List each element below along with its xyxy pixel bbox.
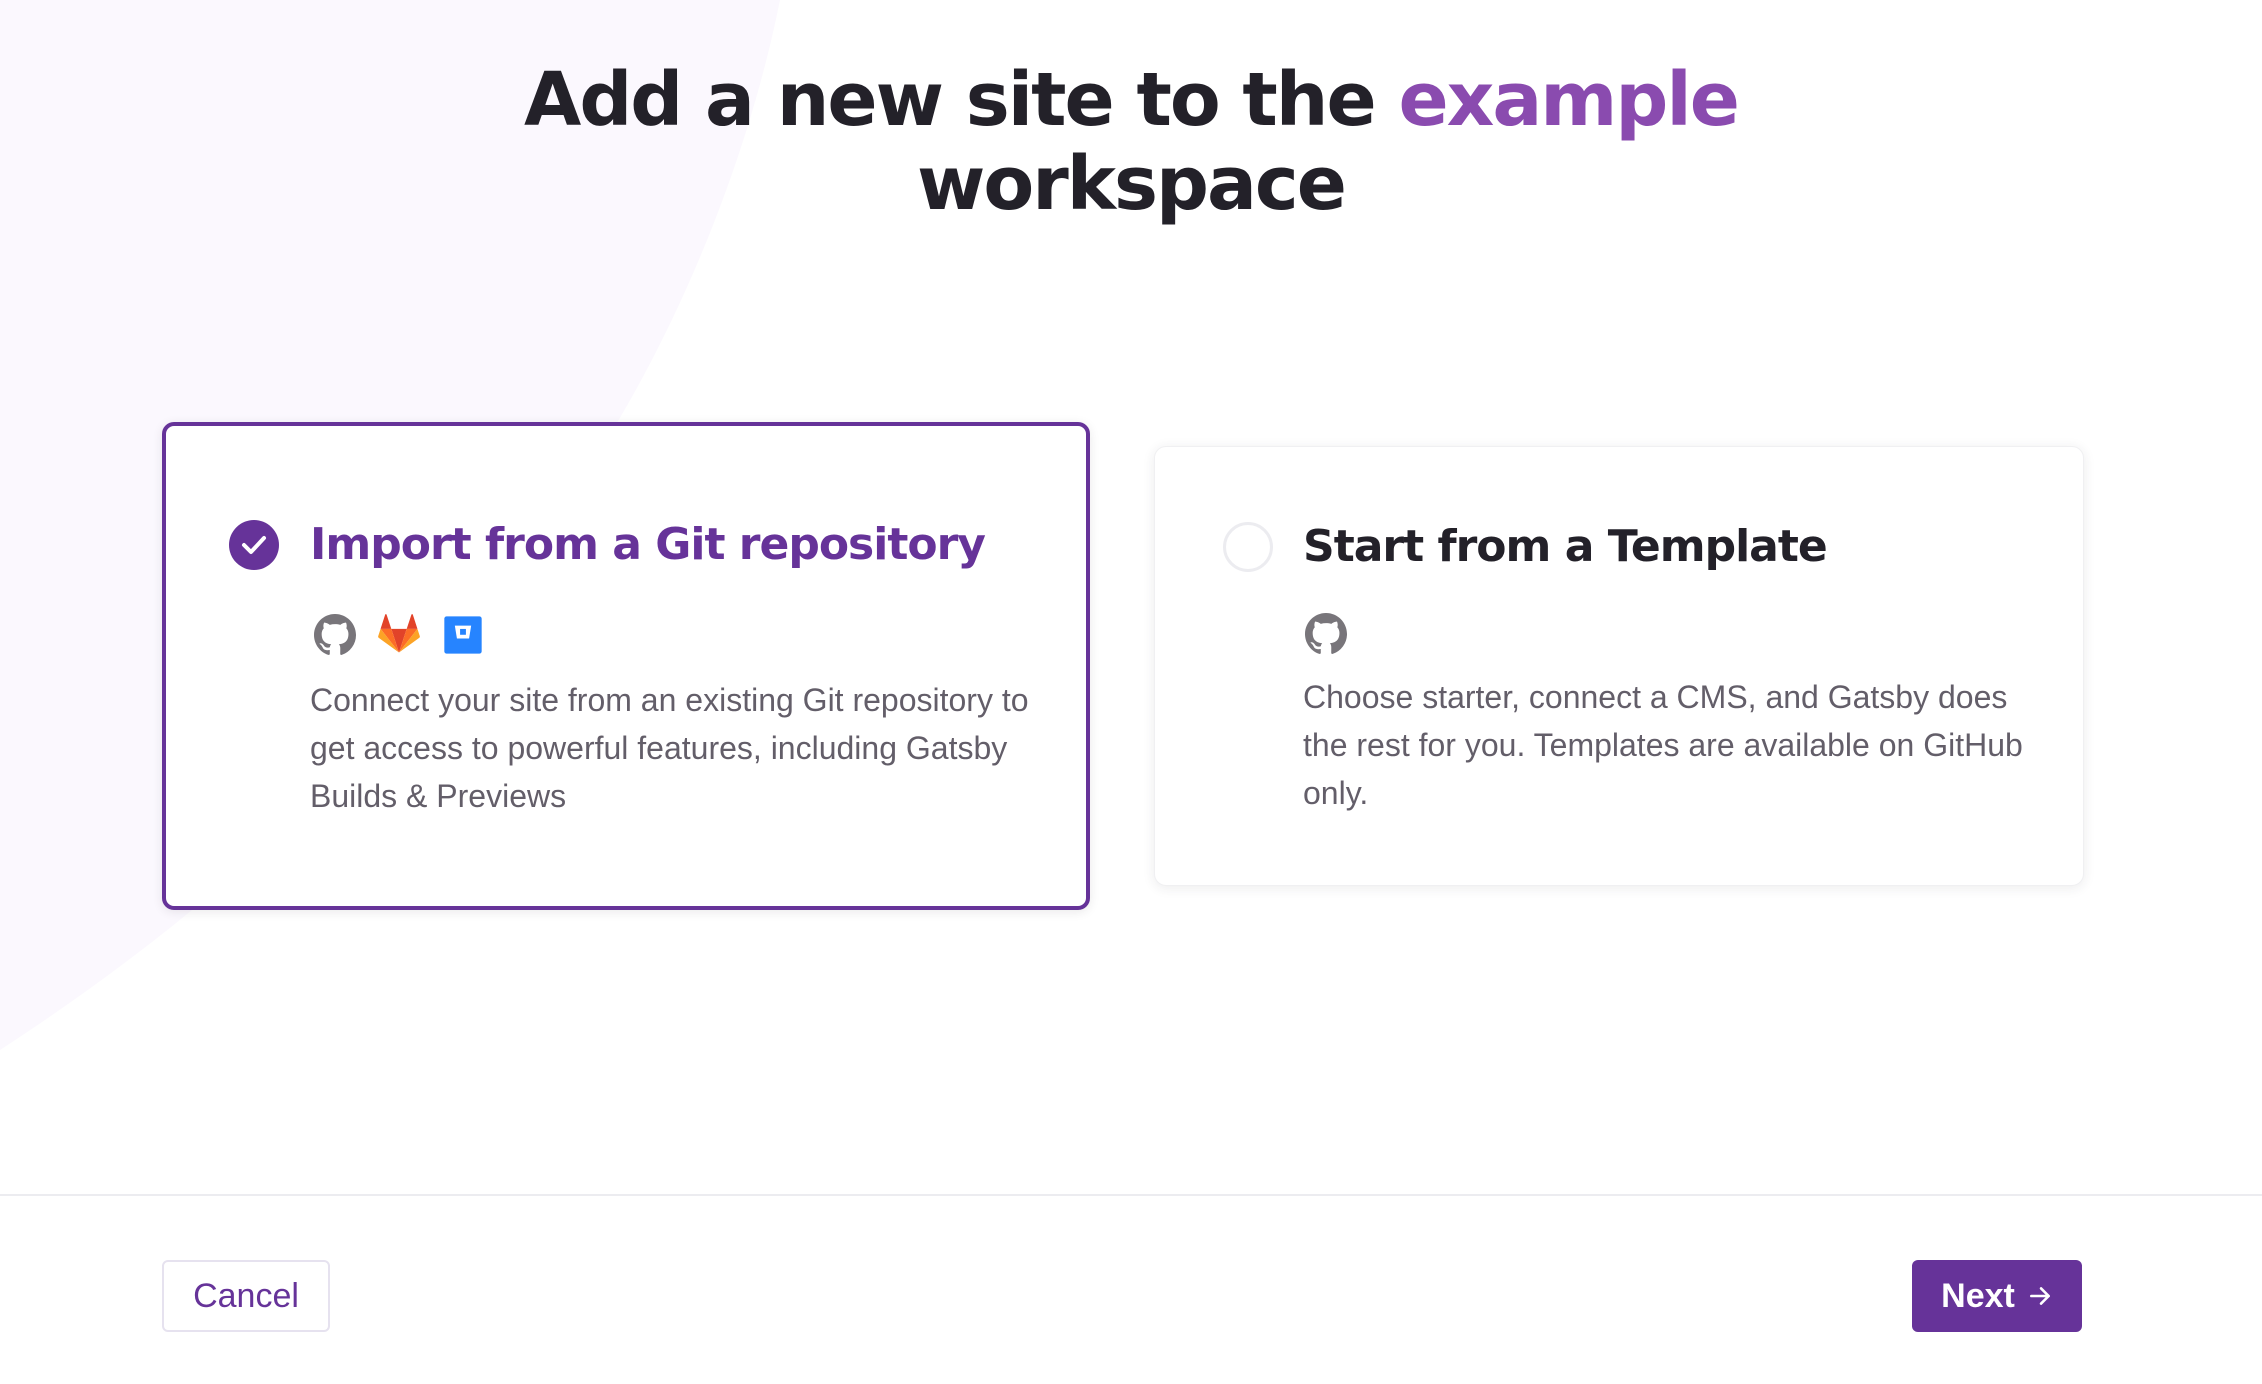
- selected-check-icon[interactable]: [229, 520, 279, 570]
- workspace-name: example: [1398, 57, 1739, 143]
- option-title: Import from a Git repository: [310, 519, 986, 570]
- cancel-button-label: Cancel: [193, 1276, 299, 1315]
- start-template-option-card[interactable]: Start from a Template Choose starter, co…: [1154, 446, 2084, 886]
- arrow-right-icon: [2029, 1287, 2050, 1305]
- github-icon: [1305, 613, 1347, 655]
- radio-button[interactable]: [1223, 522, 1273, 572]
- option-description: Choose starter, connect a CMS, and Gatsb…: [1303, 679, 2023, 811]
- import-git-option-card[interactable]: Import from a Git repository Connect you…: [162, 422, 1090, 910]
- option-description: Connect your site from an existing Git r…: [310, 682, 1029, 814]
- option-title: Start from a Template: [1303, 521, 1828, 572]
- footer-divider: [0, 1194, 2262, 1196]
- bitbucket-icon: [442, 614, 484, 656]
- git-provider-icons: [314, 614, 484, 656]
- page-title: Add a new site to the example workspace: [0, 58, 2262, 226]
- page-title-prefix: Add a new site to the: [524, 57, 1399, 143]
- github-icon: [314, 614, 356, 656]
- template-provider-icons: [1305, 613, 1347, 655]
- next-button[interactable]: Next: [1912, 1260, 2082, 1332]
- cancel-button[interactable]: Cancel: [162, 1260, 330, 1332]
- gitlab-icon: [378, 614, 420, 656]
- page-title-suffix: workspace: [917, 141, 1347, 227]
- next-button-label: Next: [1941, 1276, 2015, 1315]
